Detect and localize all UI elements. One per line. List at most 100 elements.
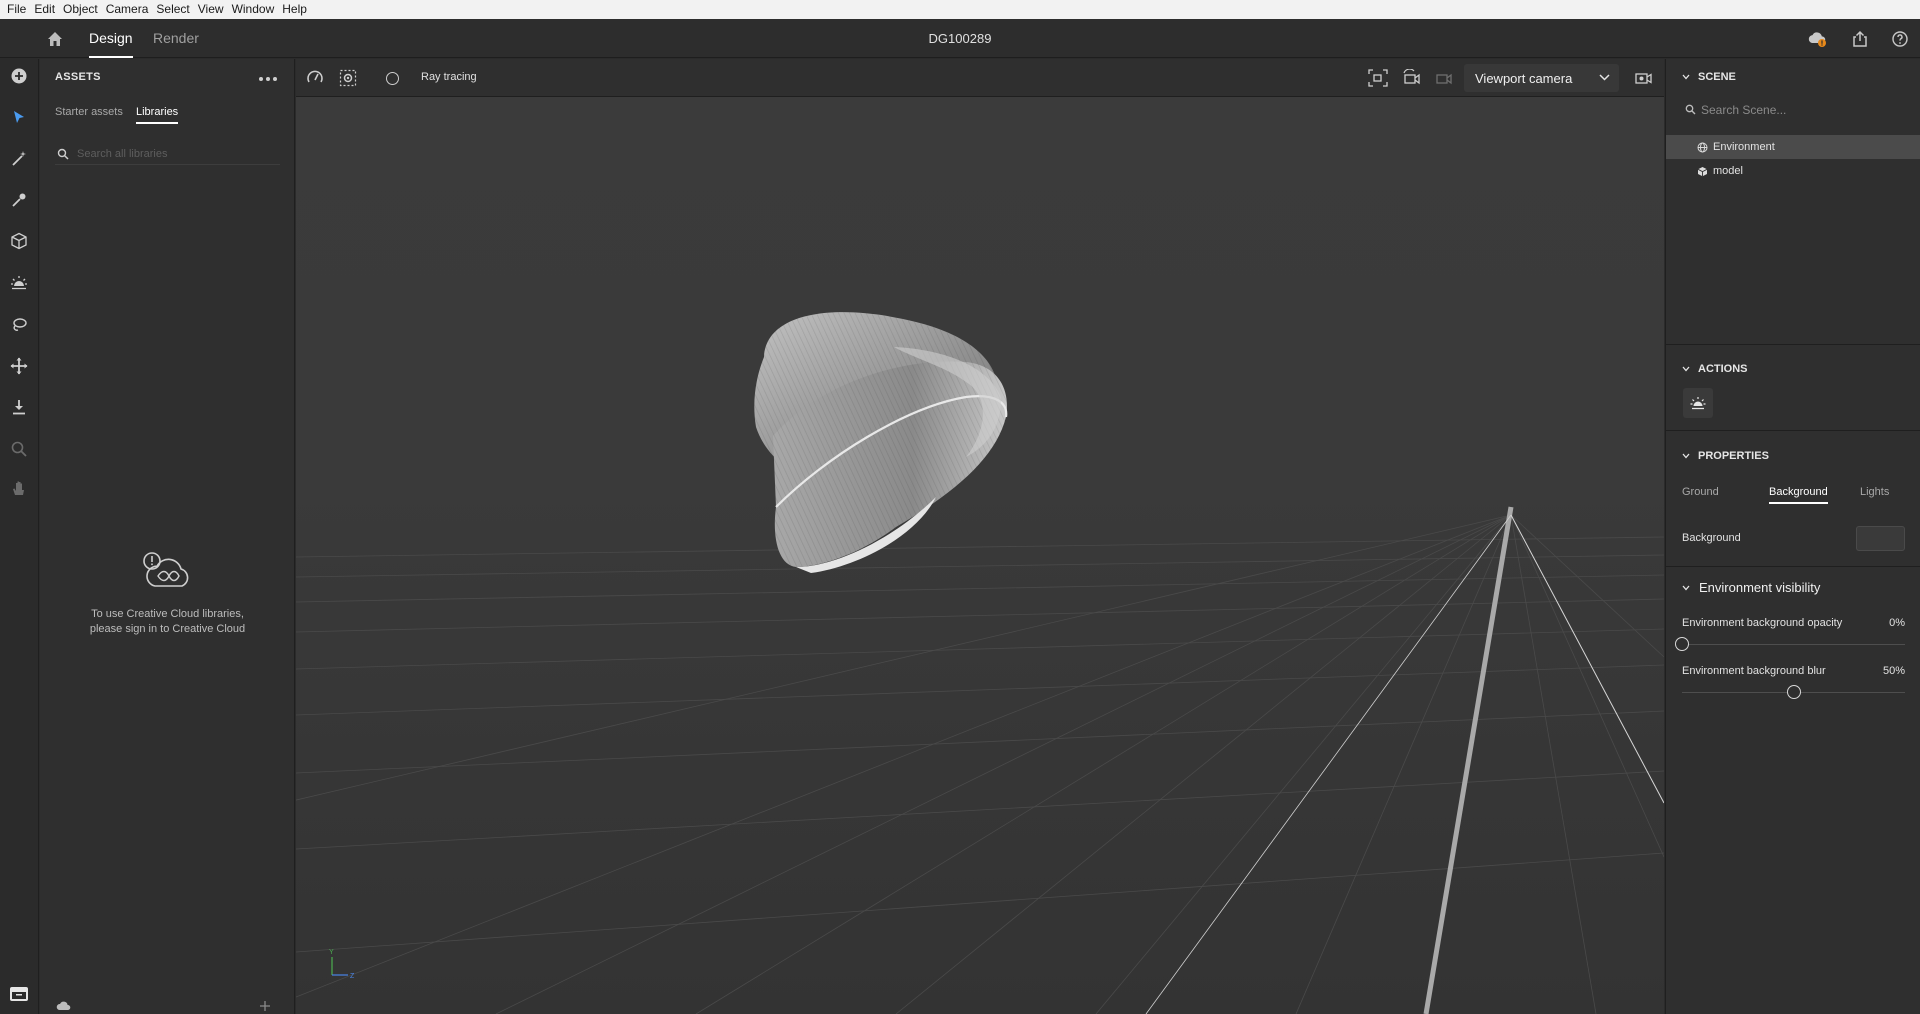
tools-toolbar — [0, 59, 39, 1014]
primitive-icon — [11, 232, 27, 250]
lasso-tool[interactable] — [8, 314, 30, 336]
camera-settings-icon[interactable] — [1634, 69, 1654, 87]
menu-camera[interactable]: Camera — [102, 0, 153, 19]
tab-design[interactable]: Design — [89, 19, 133, 58]
library-search-input[interactable] — [77, 145, 272, 163]
divider — [1666, 430, 1920, 431]
library-search — [55, 145, 280, 165]
opacity-value: 0% — [1889, 617, 1905, 629]
menu-view[interactable]: View — [194, 0, 228, 19]
archive-icon — [10, 987, 28, 1001]
scene-item-environment[interactable]: Environment — [1666, 135, 1920, 159]
chevron-down-icon — [1682, 585, 1690, 590]
scene-title: SCENE — [1698, 71, 1736, 83]
hand-tool[interactable] — [8, 477, 30, 499]
environment-light-action[interactable] — [1683, 388, 1713, 418]
home-icon[interactable] — [46, 30, 64, 48]
creative-cloud-icon — [143, 552, 189, 587]
signin-line-2: please sign in to Creative Cloud — [89, 623, 246, 635]
tab-starter-assets[interactable]: Starter assets — [55, 106, 123, 118]
transform-tool[interactable] — [8, 355, 30, 377]
assets-title: ASSETS — [55, 71, 101, 83]
frame-camera-icon[interactable] — [1368, 69, 1388, 87]
menu-window[interactable]: Window — [228, 0, 279, 19]
ray-tracing-label: Ray tracing — [421, 71, 477, 83]
opacity-label: Environment background opacity — [1682, 617, 1843, 629]
zoom-icon — [11, 441, 27, 457]
scene-search — [1685, 101, 1915, 121]
viewport[interactable]: Ray tracing Viewport camera Y Z — [296, 59, 1664, 1014]
more-options-icon[interactable] — [258, 76, 278, 82]
camera-select-value: Viewport camera — [1475, 71, 1573, 86]
camera-orbit-icon[interactable] — [1401, 69, 1421, 87]
add-library-icon[interactable] — [259, 1000, 271, 1012]
render-settings-icon[interactable] — [339, 69, 357, 87]
scene-panel: SCENE Environment model ACTIONS PROPERTI… — [1665, 59, 1920, 1014]
menu-edit[interactable]: Edit — [30, 0, 59, 19]
menu-file[interactable]: File — [3, 0, 30, 19]
blur-value: 50% — [1882, 665, 1905, 677]
environment-visibility-title: Environment visibility — [1699, 580, 1821, 595]
primitive-tool[interactable] — [8, 230, 30, 252]
globe-icon — [1697, 142, 1708, 152]
background-color-swatch[interactable] — [1856, 526, 1905, 551]
lasso-icon — [13, 318, 27, 331]
light-icon — [1690, 397, 1706, 410]
cube-icon — [1697, 166, 1708, 176]
viewport-toolbar: Ray tracing Viewport camera — [296, 59, 1664, 97]
cloud-sync-icon[interactable] — [1807, 29, 1827, 49]
environment-visibility-header[interactable]: Environment visibility — [1682, 580, 1820, 595]
tab-libraries[interactable]: Libraries — [136, 106, 179, 124]
menu-select[interactable]: Select — [152, 0, 193, 19]
select-tool[interactable] — [8, 106, 30, 128]
blur-label: Environment background blur — [1682, 665, 1826, 677]
axis-y-label: Y — [329, 949, 334, 956]
light-tool[interactable] — [8, 272, 30, 294]
panel-toggle[interactable] — [7, 983, 31, 1005]
help-icon[interactable] — [1890, 29, 1910, 49]
scene-header[interactable]: SCENE — [1682, 71, 1736, 83]
light-icon — [11, 276, 27, 290]
signin-message: To use Creative Cloud libraries, please … — [60, 607, 275, 637]
opacity-slider-thumb[interactable] — [1675, 637, 1689, 651]
zoom-tool[interactable] — [8, 438, 30, 460]
camera-bookmark-icon[interactable] — [1434, 69, 1454, 87]
assets-panel: ASSETS Starter assets Libraries To use C… — [40, 59, 295, 1014]
ray-tracing-toggle[interactable] — [386, 72, 399, 85]
background-label: Background — [1682, 532, 1741, 544]
scene-item-model[interactable]: model — [1666, 159, 1920, 183]
camera-select[interactable]: Viewport camera — [1464, 64, 1619, 92]
drop-to-ground-icon — [13, 400, 25, 415]
sampler-tool[interactable] — [8, 189, 30, 211]
actions-header[interactable]: ACTIONS — [1682, 363, 1748, 375]
properties-title: PROPERTIES — [1698, 450, 1769, 462]
search-icon — [57, 148, 69, 160]
magic-wand-tool[interactable] — [8, 148, 30, 170]
add-content-tool[interactable] — [8, 65, 30, 87]
opacity-slider-track[interactable] — [1682, 644, 1905, 645]
tab-background[interactable]: Background — [1769, 486, 1828, 504]
scene-item-label: model — [1713, 165, 1743, 177]
drop-to-ground-tool[interactable] — [8, 396, 30, 418]
menu-help[interactable]: Help — [278, 0, 311, 19]
select-icon — [14, 111, 24, 123]
scene-item-label: Environment — [1713, 141, 1775, 153]
tab-ground[interactable]: Ground — [1682, 486, 1719, 498]
properties-header[interactable]: PROPERTIES — [1682, 450, 1769, 462]
hand-icon — [13, 481, 24, 495]
chevron-down-icon — [1682, 366, 1690, 372]
blur-slider-thumb[interactable] — [1786, 685, 1801, 699]
tab-render[interactable]: Render — [153, 19, 199, 58]
axis-z-label: Z — [350, 973, 355, 980]
cloud-upload-icon[interactable] — [56, 999, 72, 1011]
tab-lights[interactable]: Lights — [1860, 486, 1889, 498]
sampler-icon — [12, 193, 26, 207]
performance-gauge-icon[interactable] — [306, 69, 324, 87]
chevron-down-icon — [1682, 453, 1690, 459]
divider — [1666, 566, 1920, 567]
divider — [1666, 344, 1920, 345]
menu-object[interactable]: Object — [59, 0, 102, 19]
share-icon[interactable] — [1850, 29, 1870, 49]
scene-canvas[interactable]: Y Z — [296, 97, 1664, 1014]
scene-search-input[interactable] — [1701, 101, 1901, 119]
